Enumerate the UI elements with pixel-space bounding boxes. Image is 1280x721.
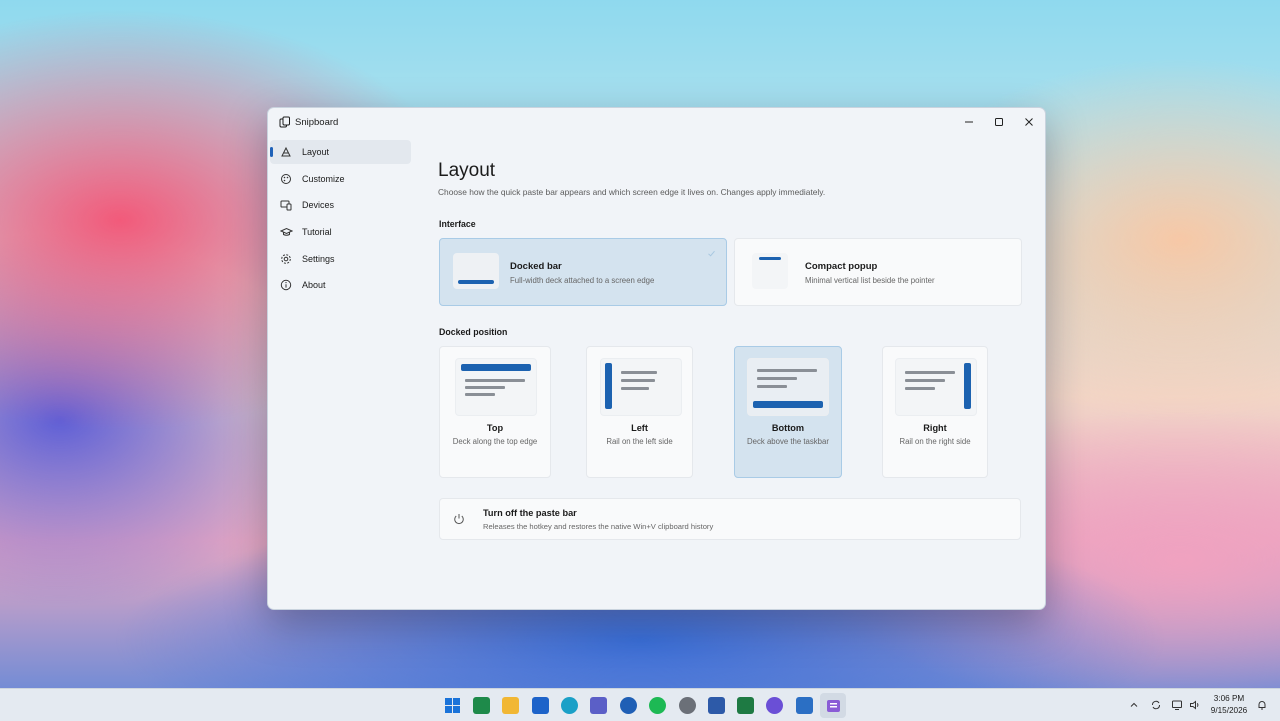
devices-icon <box>279 198 293 212</box>
position-left-description: Rail on the left side <box>606 437 673 446</box>
minimize-button[interactable] <box>954 111 984 133</box>
position-top-option[interactable]: Top Deck along the top edge <box>439 346 551 478</box>
position-bottom-title: Bottom <box>771 423 805 433</box>
settings-app-icon[interactable] <box>679 697 696 714</box>
maximize-button[interactable] <box>984 111 1014 133</box>
app-title: Snipboard <box>295 117 339 128</box>
top-preview <box>455 358 537 416</box>
active-indicator <box>270 147 273 157</box>
position-bottom-description: Deck above the taskbar <box>747 437 829 446</box>
maximize-icon <box>995 118 1003 126</box>
start-button-icon[interactable] <box>444 697 461 714</box>
position-bottom-option[interactable]: Bottom Deck above the taskbar <box>734 346 842 478</box>
sidebar-item-layout[interactable]: Layout <box>270 140 411 164</box>
sidebar-item-label: Settings <box>302 253 335 264</box>
sync-icon[interactable] <box>1150 699 1162 711</box>
bottom-preview <box>747 358 829 416</box>
globe-app-icon[interactable] <box>620 697 637 714</box>
compact-popup-preview <box>752 253 788 289</box>
docked-bar-description: Full-width deck attached to a screen edg… <box>510 276 655 285</box>
network-icon[interactable] <box>1171 699 1183 711</box>
interface-section-label: Interface <box>439 219 476 229</box>
compact-popup-description: Minimal vertical list beside the pointer <box>805 276 935 285</box>
page-title: Layout <box>438 160 496 181</box>
sidebar-item-tutorial[interactable]: Tutorial <box>270 220 411 244</box>
volume-icon[interactable] <box>1189 699 1201 711</box>
close-button[interactable] <box>1014 111 1044 133</box>
teams-icon[interactable] <box>590 697 607 714</box>
clock-time[interactable]: 3:06 PM <box>1206 694 1252 703</box>
excel-icon[interactable] <box>737 697 754 714</box>
sidebar-item-label: Layout <box>302 147 330 157</box>
sidebar-item-about[interactable]: About <box>270 273 411 297</box>
docked-bar-title: Docked bar <box>510 261 562 272</box>
toggle-description: Releases the hotkey and restores the nat… <box>483 522 714 531</box>
sidebar-nav: Layout Customize Devices Tutorial Settin… <box>268 140 413 300</box>
snipboard-taskbar-icon[interactable] <box>825 697 842 714</box>
sidebar-item-devices[interactable]: Devices <box>270 193 411 217</box>
toggle-title: Turn off the paste bar <box>483 508 577 518</box>
chevron-up-icon[interactable] <box>1129 700 1139 710</box>
sidebar-item-settings[interactable]: Settings <box>270 247 411 271</box>
sidebar-item-label: Customize <box>302 173 345 184</box>
position-right-description: Rail on the right side <box>899 437 971 446</box>
docked-position-section-label: Docked position <box>439 327 508 337</box>
compact-popup-option[interactable]: Compact popup Minimal vertical list besi… <box>734 238 1022 306</box>
right-preview <box>895 358 977 416</box>
turn-off-paste-bar-option[interactable]: Turn off the paste bar Releases the hotk… <box>439 498 1021 540</box>
minimize-icon <box>965 121 973 123</box>
palette-icon <box>279 172 293 186</box>
sidebar-item-label: About <box>302 280 326 291</box>
position-top-description: Deck along the top edge <box>452 437 538 446</box>
compact-popup-title: Compact popup <box>805 261 878 272</box>
position-left-option[interactable]: Left Rail on the left side <box>586 346 693 478</box>
terminal-icon[interactable] <box>473 697 490 714</box>
close-icon <box>1025 118 1033 126</box>
notification-bell-icon[interactable] <box>1256 699 1268 711</box>
outlook-icon[interactable] <box>532 697 549 714</box>
chat-app-icon[interactable] <box>766 697 783 714</box>
docked-bar-preview <box>453 253 499 289</box>
layout-icon <box>279 145 293 159</box>
capture-app-icon[interactable] <box>708 697 725 714</box>
clock-date[interactable]: 9/15/2026 <box>1206 706 1252 715</box>
sidebar-item-label: Tutorial <box>302 227 332 238</box>
sidebar-item-label: Devices <box>302 200 335 211</box>
gear-icon <box>279 252 293 266</box>
remote-desktop-icon[interactable] <box>796 697 813 714</box>
file-explorer-icon[interactable] <box>502 697 519 714</box>
graduation-cap-icon <box>279 225 293 239</box>
title-bar: Snipboard <box>268 108 1045 138</box>
app-window: Snipboard Layout Customize Devices Tutor… <box>267 107 1046 610</box>
checkmark-icon <box>708 250 715 257</box>
page-subtitle: Choose how the quick paste bar appears a… <box>438 187 826 197</box>
sidebar-item-customize[interactable]: Customize <box>270 167 411 191</box>
taskbar: 3:06 PM 9/15/2026 <box>0 688 1280 721</box>
edge-browser-icon[interactable] <box>561 697 578 714</box>
left-preview <box>600 358 682 416</box>
position-right-option[interactable]: Right Rail on the right side <box>882 346 988 478</box>
docked-bar-option[interactable]: Docked bar Full-width deck attached to a… <box>439 238 727 306</box>
position-left-title: Left <box>631 423 648 433</box>
position-top-title: Top <box>486 423 504 433</box>
spotify-icon[interactable] <box>649 697 666 714</box>
power-icon <box>454 514 464 524</box>
info-icon <box>279 278 293 292</box>
position-right-title: Right <box>923 423 947 433</box>
app-logo-icon <box>279 116 290 128</box>
